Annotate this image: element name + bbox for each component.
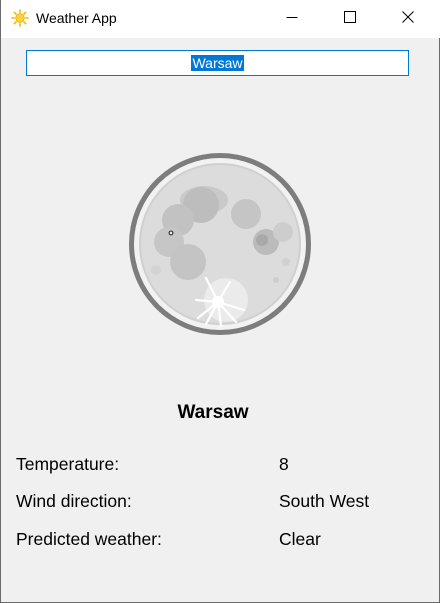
predicted-weather-value: Clear [279,529,321,549]
minimize-button[interactable] [263,0,321,38]
sun-icon [11,9,29,27]
predicted-weather-label: Predicted weather: [16,529,162,549]
wind-direction-label: Wind direction: [16,491,132,511]
window-title: Weather App [36,10,117,26]
temperature-value: 8 [279,454,289,474]
title-bar[interactable]: Weather App [1,0,440,38]
city-search-input[interactable]: Warsaw [26,50,409,76]
maximize-icon [344,10,356,28]
minimize-icon [286,10,298,28]
app-window: Weather App Warsaw Warsaw Temperature: 8… [0,0,440,603]
full-moon-icon [126,150,314,338]
city-name: Warsaw [177,402,249,423]
city-search-value: Warsaw [191,55,244,71]
maximize-button[interactable] [321,0,379,38]
wind-direction-value: South West [279,491,370,511]
close-icon [402,10,414,28]
temperature-label: Temperature: [16,454,120,474]
close-button[interactable] [379,0,437,38]
